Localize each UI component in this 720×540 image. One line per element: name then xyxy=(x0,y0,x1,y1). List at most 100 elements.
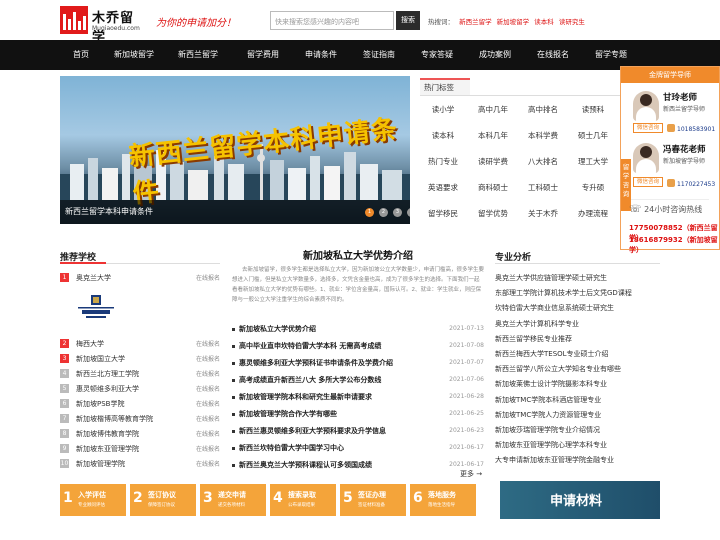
hot-tag[interactable]: 高中几年 xyxy=(470,98,516,122)
news-item[interactable]: 新西兰坎特伯雷大学中国学习中心 2021-06-17 xyxy=(232,443,484,457)
more-link[interactable]: 更多 → xyxy=(460,469,482,479)
logo[interactable]: 木乔留学 Muqiaoedu.com xyxy=(60,6,144,45)
school-row[interactable]: 9 新加坡东亚管理学院 在线报名 xyxy=(60,443,220,455)
apply-materials-banner[interactable]: 申请材料 xyxy=(500,481,660,519)
nav-item-visa[interactable]: 签证指南 xyxy=(356,40,402,70)
hot-tag[interactable]: 八大排名 xyxy=(520,150,566,174)
major-item[interactable]: 东部理工学院计算机技术学士后文凭GD课程 xyxy=(495,288,665,298)
major-item[interactable]: 新加坡TMC学院本科酒店管理专业 xyxy=(495,395,665,405)
major-item[interactable]: 新加坡TMC学院人力资源管理专业 xyxy=(495,410,665,420)
nav-item-cost[interactable]: 留学费用 xyxy=(240,40,286,70)
school-apply-link[interactable]: 在线报名 xyxy=(196,354,220,363)
school-name[interactable]: 梅西大学 xyxy=(76,339,104,349)
school-row[interactable]: 10 新加坡管理学院 在线报名 xyxy=(60,458,220,470)
school-row[interactable]: 4 新西兰北方理工学院 在线报名 xyxy=(60,368,220,380)
hot-keyword[interactable]: 读本科 xyxy=(534,18,554,26)
hot-tag[interactable]: 高中排名 xyxy=(520,98,566,122)
hot-tag[interactable]: 工科硕士 xyxy=(520,176,566,200)
nav-item-home[interactable]: 首页 xyxy=(62,40,100,70)
hot-tag[interactable]: 读预科 xyxy=(570,98,616,122)
nav-item-singapore[interactable]: 新加坡留学 xyxy=(110,40,158,70)
news-title[interactable]: 新加坡管理学院本科和研究生最新申请要求 xyxy=(239,392,372,402)
hot-tag[interactable]: 本科学费 xyxy=(520,124,566,148)
school-name[interactable]: 新加坡管理学院 xyxy=(76,459,125,469)
school-row[interactable]: 1 奥克兰大学 在线报名 xyxy=(60,272,220,284)
qq-contact[interactable]: 1170227453 xyxy=(667,179,715,188)
slider-dot[interactable]: 4 xyxy=(407,208,410,217)
news-item[interactable]: 新西兰惠灵顿维多利亚大学预科要求及升学信息 2021-06-23 xyxy=(232,426,484,440)
slider-dot[interactable]: 1 xyxy=(365,208,374,217)
school-row[interactable]: 8 新加坡博伟教育学院 在线报名 xyxy=(60,428,220,440)
hot-keyword[interactable]: 读研究生 xyxy=(559,18,585,26)
school-apply-link[interactable]: 在线报名 xyxy=(196,399,220,408)
nav-item-expert[interactable]: 专家答疑 xyxy=(414,40,460,70)
news-title[interactable]: 新西兰坎特伯雷大学中国学习中心 xyxy=(239,443,344,453)
major-item[interactable]: 新加坡莎瑞管理学院专业介绍情况 xyxy=(495,425,665,435)
major-item[interactable]: 奥克兰大学供应链管理学硕士研究生 xyxy=(495,273,665,283)
news-title[interactable]: 新加坡管理学院合作大学有哪些 xyxy=(239,409,337,419)
major-item[interactable]: 新西兰梅西大学TESOL专业硕士介绍 xyxy=(495,349,665,359)
school-apply-link[interactable]: 在线报名 xyxy=(196,429,220,438)
school-row[interactable]: 7 新加坡楷博高等教育学院 在线报名 xyxy=(60,413,220,425)
school-name[interactable]: 新加坡东亚管理学院 xyxy=(76,444,139,454)
school-apply-link[interactable]: 在线报名 xyxy=(196,384,220,393)
major-item[interactable]: 新加坡东亚管理学院心理学本科专业 xyxy=(495,440,665,450)
news-item[interactable]: 新加坡私立大学优势介绍 2021-07-13 xyxy=(232,324,484,338)
news-title[interactable]: 高中毕业直申坎特伯雷大学本科 无需高考成绩 xyxy=(239,341,381,351)
school-apply-link[interactable]: 在线报名 xyxy=(196,369,220,378)
hot-tag[interactable]: 英语要求 xyxy=(420,176,466,200)
search-input[interactable]: 快来搜索您感兴趣的内容吧 xyxy=(270,11,394,30)
school-apply-link[interactable]: 在线报名 xyxy=(196,444,220,453)
major-item[interactable]: 大专申请新加坡东亚管理学院金融专业 xyxy=(495,455,665,465)
school-apply-link[interactable]: 在线报名 xyxy=(196,339,220,348)
news-title[interactable]: 新西兰惠灵顿维多利亚大学预科要求及升学信息 xyxy=(239,426,386,436)
wechat-consult-button[interactable]: 微信咨询 xyxy=(633,123,663,133)
banner-slider[interactable]: 新西兰留学本科申请条件 新西兰留学本科申请条件 1 2 3 4 5 6 xyxy=(60,76,410,224)
news-title[interactable]: 高考成绩直升新西兰八大 多所大学公布分数线 xyxy=(239,375,381,385)
major-item[interactable]: 奥克兰大学计算机科学专业 xyxy=(495,319,665,329)
school-name[interactable]: 奥克兰大学 xyxy=(76,273,111,283)
hot-tag[interactable]: 专升硕 xyxy=(570,176,616,200)
hot-tag[interactable]: 商科硕士 xyxy=(470,176,516,200)
major-item[interactable]: 新西兰留学八所公立大学知名专业有哪些 xyxy=(495,364,665,374)
qq-contact[interactable]: 1018583901 xyxy=(667,124,715,133)
nav-item-newzealand[interactable]: 新西兰留学 xyxy=(172,40,224,70)
school-name[interactable]: 新西兰北方理工学院 xyxy=(76,369,139,379)
school-row[interactable]: 6 新加坡PSB学院 在线报名 xyxy=(60,398,220,410)
school-name[interactable]: 惠灵顿维多利亚大学 xyxy=(76,384,139,394)
news-item[interactable]: 惠灵顿维多利亚大学预科证书申请条件及学费介绍 2021-07-07 xyxy=(232,358,484,372)
news-title[interactable]: 惠灵顿维多利亚大学预科证书申请条件及学费介绍 xyxy=(239,358,393,368)
major-item[interactable]: 新西兰留学移民专业推荐 xyxy=(495,334,665,344)
major-item[interactable]: 新加坡莱佛士设计学院摄影本科专业 xyxy=(495,379,665,389)
hot-tag[interactable]: 留学优势 xyxy=(470,202,516,226)
school-row[interactable]: 2 梅西大学 在线报名 xyxy=(60,338,220,350)
hot-tag[interactable]: 理工大学 xyxy=(570,150,616,174)
hot-tag[interactable]: 办理流程 xyxy=(570,202,616,226)
school-name[interactable]: 新加坡楷博高等教育学院 xyxy=(76,414,153,424)
nav-item-apply[interactable]: 在线报名 xyxy=(530,40,576,70)
hot-keyword[interactable]: 新加坡留学 xyxy=(497,18,530,26)
school-apply-link[interactable]: 在线报名 xyxy=(196,273,220,282)
news-item[interactable]: 新加坡管理学院合作大学有哪些 2021-06-25 xyxy=(232,409,484,423)
hot-tag[interactable]: 硕士几年 xyxy=(570,124,616,148)
news-item[interactable]: 高中毕业直申坎特伯雷大学本科 无需高考成绩 2021-07-08 xyxy=(232,341,484,355)
hot-tag[interactable]: 读本科 xyxy=(420,124,466,148)
school-apply-link[interactable]: 在线报名 xyxy=(196,459,220,468)
hotline-phone[interactable]: 18616879932（新加坡留学） xyxy=(629,235,719,255)
wechat-consult-button[interactable]: 微信咨询 xyxy=(633,177,663,187)
slider-dot[interactable]: 3 xyxy=(393,208,402,217)
news-title[interactable]: 新加坡私立大学优势介绍 xyxy=(239,324,316,334)
school-name[interactable]: 新加坡国立大学 xyxy=(76,354,125,364)
school-row[interactable]: 5 惠灵顿维多利亚大学 在线报名 xyxy=(60,383,220,395)
search-button[interactable]: 搜索 xyxy=(396,11,420,30)
school-row[interactable]: 3 新加坡国立大学 在线报名 xyxy=(60,353,220,365)
major-item[interactable]: 坎特伯雷大学商业信息系统硕士研究生 xyxy=(495,303,665,313)
hot-tag[interactable]: 热门专业 xyxy=(420,150,466,174)
school-name[interactable]: 新加坡博伟教育学院 xyxy=(76,429,139,439)
news-item[interactable]: 新西兰奥克兰大学预科课程认可多领国成绩 2021-06-17 xyxy=(232,460,484,474)
nav-item-cases[interactable]: 成功案例 xyxy=(472,40,518,70)
hot-tag[interactable]: 读小学 xyxy=(420,98,466,122)
hot-tag[interactable]: 关于木乔 xyxy=(520,202,566,226)
news-item[interactable]: 高考成绩直升新西兰八大 多所大学公布分数线 2021-07-06 xyxy=(232,375,484,389)
hot-tag[interactable]: 本科几年 xyxy=(470,124,516,148)
